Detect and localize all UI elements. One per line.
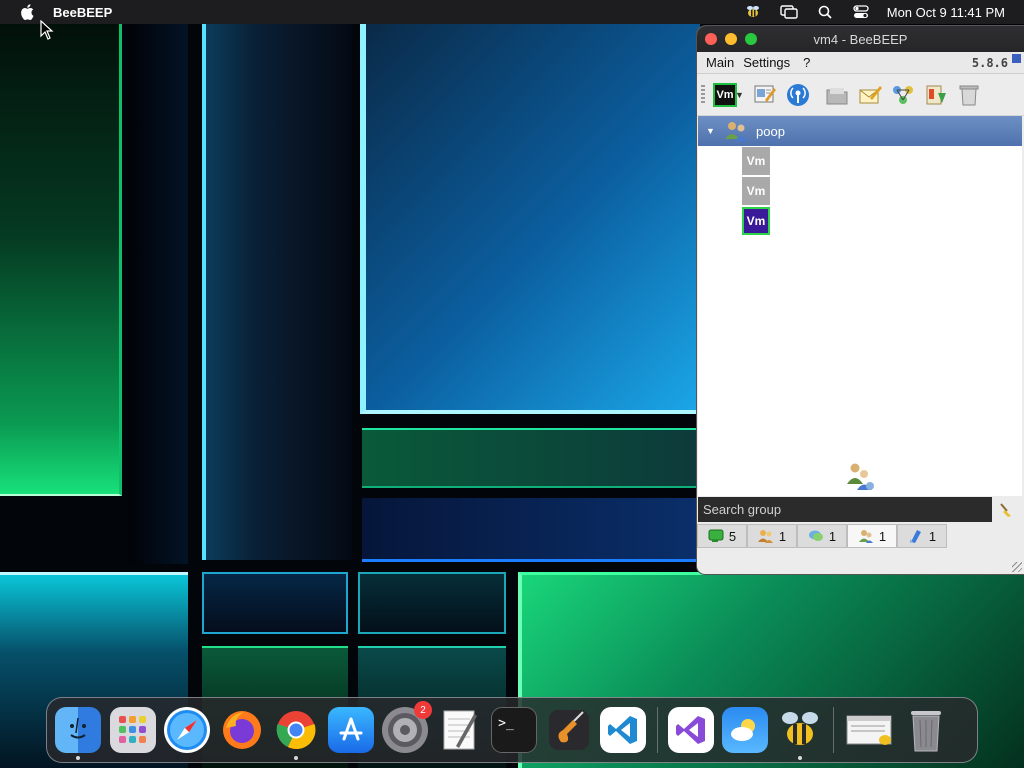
- broadcast-icon[interactable]: [785, 82, 811, 108]
- user-tree: ▼ poop Vm Vm Vm: [698, 116, 1022, 496]
- beebeep-window: vm4 - BeeBEEP Main Settings ? 5.8.6 Vm ▼: [697, 26, 1024, 574]
- users-group-icon: [847, 463, 874, 490]
- tab-count: 1: [828, 528, 837, 544]
- running-indicator: [797, 756, 802, 760]
- screen-mirror-icon[interactable]: [777, 3, 801, 21]
- tab-count: 1: [928, 528, 937, 544]
- terminal-prompt-icon: >_: [498, 715, 514, 731]
- view-tabs: 5 1 1 1 1: [697, 524, 1024, 548]
- window-title-bar[interactable]: vm4 - BeeBEEP: [697, 26, 1024, 52]
- dock-app-store-icon[interactable]: [327, 707, 374, 753]
- dock-launchpad-icon[interactable]: [109, 707, 156, 753]
- my-status-button[interactable]: Vm: [713, 82, 737, 107]
- search-group-input[interactable]: Search group: [698, 497, 992, 522]
- edit-profile-icon[interactable]: [752, 82, 778, 108]
- wallpaper-panel: [358, 572, 506, 634]
- dock-separator: [656, 707, 658, 753]
- language-flag-icon: [1012, 54, 1021, 63]
- wallpaper-panel: [362, 498, 698, 562]
- network-icon[interactable]: [890, 82, 916, 108]
- spotlight-search-icon[interactable]: [813, 3, 837, 21]
- dock-chrome-icon[interactable]: [273, 707, 319, 760]
- dock-firefox-icon[interactable]: [219, 707, 265, 753]
- running-indicator: [294, 756, 298, 760]
- dock-finder-icon[interactable]: [55, 707, 101, 760]
- control-center-icon[interactable]: [849, 3, 873, 21]
- app-menu-row: Main Settings ? 5.8.6: [697, 52, 1024, 74]
- user-avatar-online[interactable]: Vm: [742, 207, 770, 235]
- menu-main[interactable]: Main: [706, 55, 734, 70]
- wallpaper-panel: [128, 24, 188, 564]
- tab-count: 5: [728, 528, 737, 544]
- tab-users[interactable]: 1: [747, 524, 797, 548]
- user-row[interactable]: Vm: [698, 176, 1022, 206]
- menu-help[interactable]: ?: [803, 55, 810, 70]
- trash-icon[interactable]: [956, 82, 982, 108]
- wallpaper-panel: [362, 428, 698, 488]
- disclosure-triangle-icon[interactable]: ▼: [706, 126, 720, 136]
- chats-icon: [808, 530, 823, 541]
- wallpaper-panel: [0, 24, 122, 496]
- dock-garageband-icon[interactable]: [546, 707, 592, 753]
- main-toolbar: Vm ▼: [697, 74, 1024, 116]
- menu-settings[interactable]: Settings: [743, 55, 790, 70]
- dock: 2 >_: [46, 697, 978, 763]
- wallpaper-panel: [360, 24, 700, 414]
- dock-terminal-icon[interactable]: >_: [491, 707, 537, 753]
- wallpaper-panel: [202, 24, 352, 560]
- tab-chats[interactable]: 1: [797, 524, 847, 548]
- tab-groups[interactable]: 1: [847, 524, 897, 548]
- file-transfer-icon[interactable]: [923, 82, 949, 108]
- groups-icon: [858, 530, 873, 543]
- chevron-down-icon[interactable]: ▼: [735, 90, 744, 100]
- toolbar-grip[interactable]: [701, 84, 705, 105]
- user-avatar-offline[interactable]: Vm: [742, 147, 770, 175]
- menu-bar: BeeBEEP Mon Oct 9 11:41 PM: [0, 0, 1024, 24]
- user-avatar-offline[interactable]: Vm: [742, 177, 770, 205]
- bee-status-icon[interactable]: [741, 3, 765, 21]
- files-icon: [909, 530, 921, 543]
- tab-count: 1: [878, 528, 887, 544]
- write-message-icon[interactable]: [857, 82, 883, 108]
- user-row[interactable]: Vm: [698, 206, 1022, 236]
- dock-textedit-icon[interactable]: [437, 707, 483, 753]
- group-name: poop: [756, 123, 785, 139]
- tab-count: 1: [778, 528, 787, 544]
- active-app-name[interactable]: BeeBEEP: [53, 5, 112, 20]
- users-icon: [757, 530, 773, 543]
- notification-badge: 2: [414, 701, 432, 719]
- dock-separator: [833, 707, 834, 753]
- tab-users-online[interactable]: 5: [697, 524, 747, 548]
- mouse-pointer-icon: [40, 20, 54, 40]
- dock-weather-icon[interactable]: [722, 707, 768, 753]
- version-label: 5.8.6: [971, 55, 1008, 70]
- clear-search-broom-icon[interactable]: [996, 500, 1016, 520]
- window-resize-grip[interactable]: [1012, 562, 1022, 572]
- dock-vscode-icon[interactable]: [600, 707, 646, 753]
- dock-system-settings-icon[interactable]: 2: [382, 701, 432, 753]
- dock-minimized-window-icon[interactable]: [844, 707, 894, 753]
- users-online-icon: [708, 529, 724, 542]
- wallpaper-panel: [202, 572, 348, 634]
- user-row[interactable]: Vm: [698, 146, 1022, 176]
- dock-beebeep-icon[interactable]: [777, 707, 823, 760]
- group-row[interactable]: ▼ poop: [698, 116, 1022, 146]
- tab-files[interactable]: 1: [897, 524, 947, 548]
- window-title: vm4 - BeeBEEP: [813, 31, 908, 47]
- running-indicator: [76, 756, 80, 760]
- dock-safari-icon[interactable]: [164, 707, 210, 753]
- apple-menu-icon[interactable]: [18, 4, 36, 20]
- group-icon: [725, 122, 748, 141]
- dock-visual-studio-icon[interactable]: [667, 707, 714, 753]
- open-folder-icon[interactable]: [824, 82, 850, 108]
- menu-bar-clock[interactable]: Mon Oct 9 11:41 PM: [887, 5, 1005, 20]
- dock-trash-icon[interactable]: [903, 707, 949, 753]
